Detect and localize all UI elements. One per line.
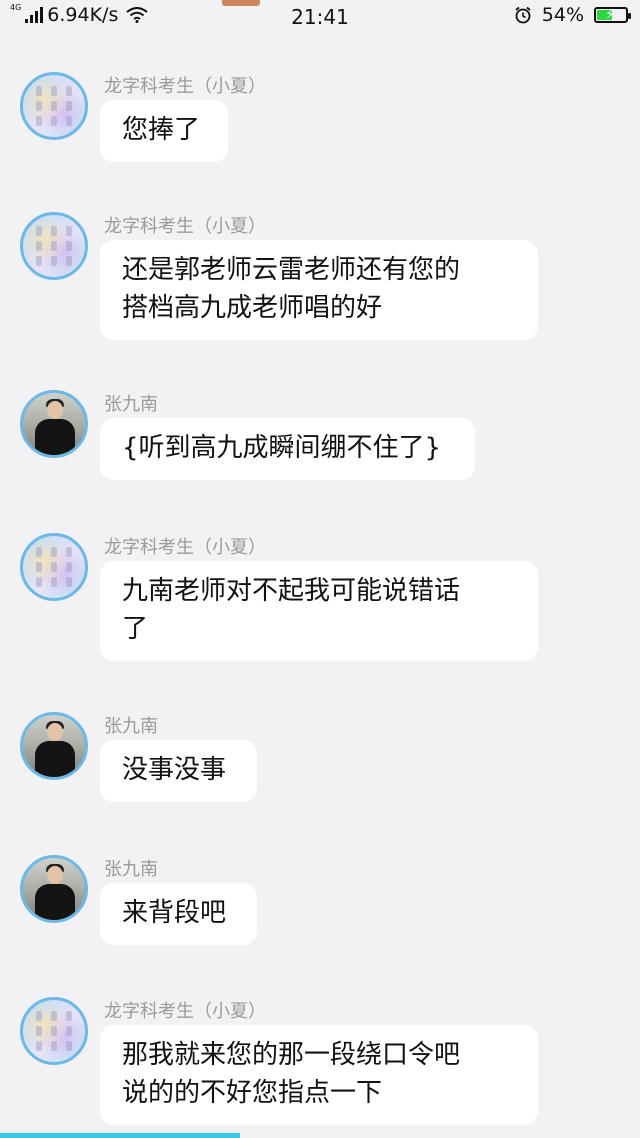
sender-name[interactable]: 龙字科考生（小夏） [104, 72, 266, 98]
alarm-icon [515, 6, 531, 24]
student-avatar[interactable] [20, 212, 88, 280]
teacher-avatar[interactable] [20, 390, 88, 458]
sender-name[interactable]: 龙字科考生（小夏） [104, 212, 266, 238]
sender-name[interactable]: 张九南 [104, 855, 158, 881]
status-right: 54% ⚡ [514, 4, 631, 26]
sender-name[interactable]: 张九南 [104, 712, 158, 738]
charging-icon: ⚡ [605, 7, 615, 23]
sender-name[interactable]: 龙字科考生（小夏） [104, 997, 266, 1023]
teacher-avatar[interactable] [20, 712, 88, 780]
message-bubble[interactable]: 您捧了 [100, 100, 228, 162]
progress-fill [0, 1133, 240, 1138]
teacher-avatar[interactable] [20, 855, 88, 923]
message-bubble[interactable]: 九南老师对不起我可能说错话 了 [100, 561, 538, 661]
student-avatar[interactable] [20, 533, 88, 601]
message-bubble[interactable]: 还是郭老师云雷老师还有您的 搭档高九成老师唱的好 [100, 240, 538, 340]
message-bubble[interactable]: 那我就来您的那一段绕口令吧 说的的不好您指点一下 [100, 1025, 538, 1125]
battery-icon: ⚡ [594, 7, 631, 23]
battery-percent: 54% [541, 4, 584, 26]
sender-name[interactable]: 张九南 [104, 390, 158, 416]
student-avatar[interactable] [20, 72, 88, 140]
message-bubble[interactable]: 来背段吧 [100, 883, 257, 945]
student-avatar[interactable] [20, 997, 88, 1065]
progress-bar [0, 1133, 640, 1138]
message-bubble[interactable]: 没事没事 [100, 740, 257, 802]
status-bar: 4G 6.94K/s 21:41 54% ⚡ [0, 0, 640, 34]
message-bubble[interactable]: {听到高九成瞬间绷不住了} [100, 418, 475, 480]
sender-name[interactable]: 龙字科考生（小夏） [104, 533, 266, 559]
